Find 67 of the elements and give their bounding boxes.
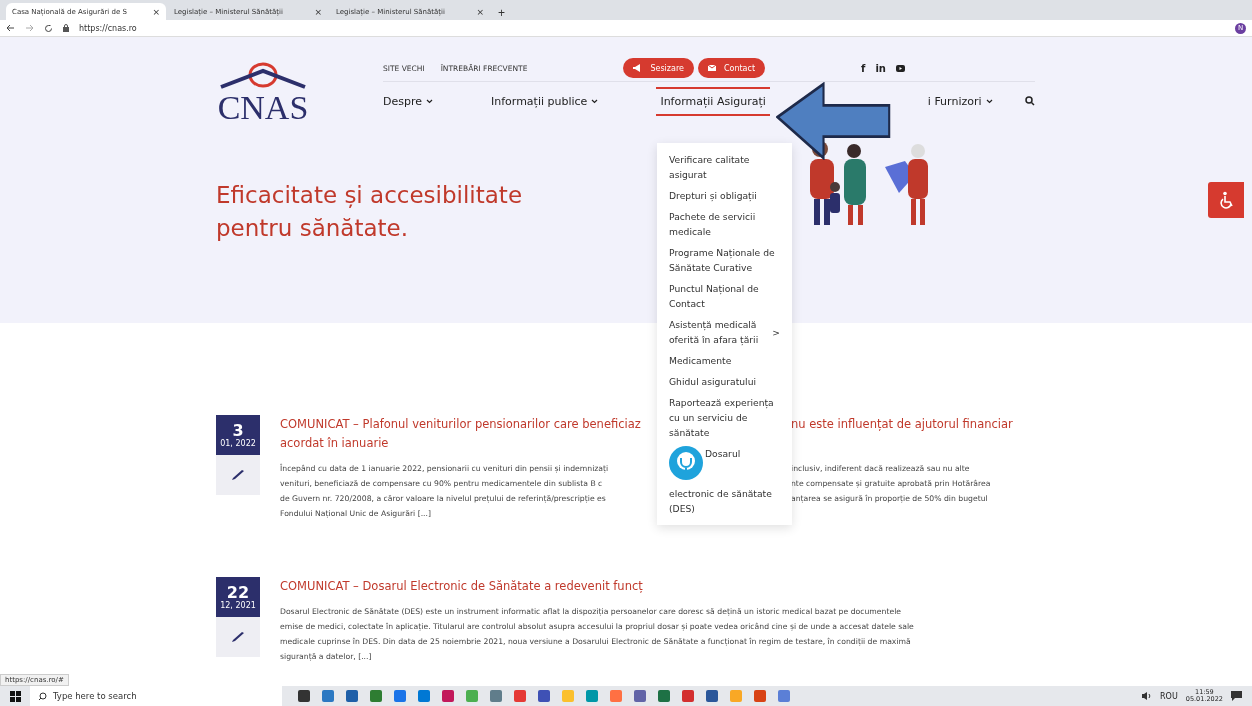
forward-icon[interactable]: [25, 24, 34, 32]
dropdown-item[interactable]: Dosarul: [705, 446, 741, 461]
chevron-icon: [591, 98, 599, 104]
mail-icon: [707, 65, 716, 71]
taskbar-app-icon[interactable]: [418, 690, 430, 702]
pen-icon: [231, 469, 245, 481]
taskbar-app-icon[interactable]: [682, 690, 694, 702]
tab-close-icon[interactable]: ×: [476, 6, 484, 17]
article-title[interactable]: COMUNICAT – Plafonul veniturilor pensionarilor care beneficiaz: [280, 415, 656, 434]
dropdown-item[interactable]: Programe Naționale de Sănătate Curative: [657, 242, 792, 278]
social-link[interactable]: f: [861, 62, 866, 74]
lock-icon: [63, 24, 69, 32]
volume-icon[interactable]: [1142, 692, 1153, 700]
dropdown-item[interactable]: Verificare calitate asigurat: [657, 149, 792, 185]
date-day: 3: [232, 422, 244, 439]
chevron-icon: [985, 98, 993, 104]
dropdown-item[interactable]: Pachete de servicii medicale: [657, 206, 792, 242]
article-title[interactable]: nu este influențat de ajutorul financiar: [791, 415, 1029, 434]
taskbar-app-icon[interactable]: [658, 690, 670, 702]
notification-icon[interactable]: [1231, 691, 1242, 701]
chevron-icon: [426, 98, 433, 104]
reload-icon[interactable]: [44, 23, 53, 33]
dropdown-item[interactable]: Ghidul asiguratului: [657, 371, 792, 392]
taskbar-app-icon[interactable]: [634, 690, 646, 702]
taskbar-app-icon[interactable]: [370, 690, 382, 702]
taskbar-app-icon[interactable]: [298, 690, 310, 702]
pen-icon: [231, 631, 245, 643]
taskbar-app-icon[interactable]: [490, 690, 502, 702]
date-month-year: 01, 2022: [220, 438, 256, 448]
dropdown-item[interactable]: Raportează experiența cu un serviciu de sănătate: [657, 392, 792, 443]
taskbar-app-icon[interactable]: [754, 690, 766, 702]
social-link[interactable]: in: [875, 62, 886, 74]
wheelchair-icon: [1217, 191, 1235, 209]
dropdown-item[interactable]: Punctul Național de Contact: [657, 278, 792, 314]
taskbar-app-icon[interactable]: [394, 690, 406, 702]
taskbar-app-icon[interactable]: [706, 690, 718, 702]
nav-menu-item[interactable]: Despre: [383, 86, 433, 116]
taskbar-app-icon[interactable]: [346, 690, 358, 702]
address-field[interactable]: https://cnas.ro: [79, 23, 1225, 33]
taskbar-app-icon[interactable]: [442, 690, 454, 702]
video-icon[interactable]: [895, 64, 905, 72]
article-title[interactable]: COMUNICAT – Dosarul Electronic de Sănătate a redevenit funcț: [280, 577, 643, 596]
article-title[interactable]: acordat în ianuarie: [280, 434, 389, 453]
cnas-logo[interactable]: CNAS: [213, 61, 313, 131]
new-tab-button[interactable]: +: [492, 6, 511, 20]
dropdown-item[interactable]: Drepturi și obligații: [657, 185, 792, 206]
dropdown-item[interactable]: Asistență medicală oferită în afara țării >: [657, 314, 792, 350]
taskbar-search-field[interactable]: Type here to search: [30, 686, 282, 706]
tab-close-icon[interactable]: ×: [314, 6, 322, 17]
megaphone-icon: [633, 64, 643, 72]
taskbar-app-icon[interactable]: [322, 690, 334, 702]
accessibility-button[interactable]: [1208, 182, 1244, 218]
date-month-year: 12, 2021: [220, 600, 256, 610]
tab-close-icon[interactable]: ×: [152, 6, 160, 17]
windows-start-icon[interactable]: [9, 690, 21, 702]
dropdown-item[interactable]: electronic de sănătate (DES): [669, 486, 780, 516]
dropdown-item[interactable]: Medicamente: [657, 350, 792, 371]
nav-menu-item[interactable]: i Furnizori: [927, 86, 993, 116]
nav-menu-item[interactable]: Informații publice: [491, 86, 599, 116]
taskbar-app-icon[interactable]: [538, 690, 550, 702]
nav-menu-item[interactable]: Informații Asigurați: [656, 86, 770, 116]
hero-headline: Eficacitate și accesibilitate pentru sănătate.: [216, 181, 524, 244]
header-button[interactable]: Sesizare: [623, 58, 694, 78]
date-day: 22: [226, 584, 250, 601]
back-icon[interactable]: [6, 24, 15, 32]
language-indicator[interactable]: ROU: [1160, 691, 1178, 701]
header-button[interactable]: Contact: [697, 58, 766, 78]
